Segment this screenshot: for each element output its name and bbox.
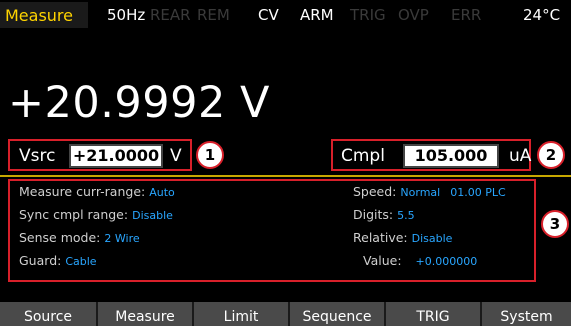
setting-plc-value: 01.00 PLC <box>450 186 506 199</box>
softkey-measure[interactable]: Measure <box>96 302 192 326</box>
status-bar: Measure 50Hz REAR REM CV ARM TRIG OVP ER… <box>0 0 571 28</box>
setting-value: 5.5 <box>397 209 415 222</box>
source-value-field[interactable]: +21.0000 <box>69 144 163 168</box>
setting-value: +0.000000 <box>415 255 478 268</box>
softkey-limit[interactable]: Limit <box>192 302 288 326</box>
badge-1: 1 <box>196 141 224 169</box>
setting-relative[interactable]: Relative: Disable <box>353 230 452 245</box>
setting-label: Measure curr-range: <box>19 184 146 199</box>
compliance-unit: uA <box>509 146 532 166</box>
source-unit: V <box>170 146 182 166</box>
setting-label: Sync cmpl range: <box>19 207 129 222</box>
tab-measure[interactable]: Measure <box>0 2 88 28</box>
setting-label: Speed: <box>353 184 397 199</box>
setting-label: Value: <box>363 253 402 268</box>
status-line-frequency: 50Hz <box>107 6 146 24</box>
status-arm: ARM <box>300 6 334 24</box>
tab-measure-label: Measure <box>5 6 73 25</box>
setting-digits[interactable]: Digits: 5.5 <box>353 207 415 222</box>
softkey-sequence[interactable]: Sequence <box>288 302 384 326</box>
setting-value: Auto <box>149 186 175 199</box>
setting-guard[interactable]: Guard: Cable <box>19 253 97 268</box>
status-cv: CV <box>258 6 279 24</box>
setting-sync-cmpl-range[interactable]: Sync cmpl range: Disable <box>19 207 173 222</box>
setting-label: Relative: <box>353 230 408 245</box>
setting-label: Digits: <box>353 207 394 222</box>
separator-line <box>0 175 571 177</box>
status-temperature: 24°C <box>523 6 561 24</box>
status-trig: TRIG <box>350 6 386 24</box>
status-rear: REAR <box>150 6 191 24</box>
source-label: Vsrc <box>19 146 56 166</box>
setting-label: Guard: <box>19 253 62 268</box>
setting-value: Cable <box>65 255 97 268</box>
setting-value: Disable <box>411 232 453 245</box>
main-reading: +20.9992 V <box>8 78 270 128</box>
badge-3: 3 <box>541 210 569 238</box>
setting-value: 2 Wire <box>104 232 140 245</box>
softkey-source[interactable]: Source <box>0 302 96 326</box>
compliance-label: Cmpl <box>341 146 385 166</box>
status-err: ERR <box>451 6 482 24</box>
status-remote: REM <box>197 6 230 24</box>
badge-2: 2 <box>537 141 565 169</box>
setting-relative-value[interactable]: Value: +0.000000 <box>363 253 477 268</box>
softkey-trig[interactable]: TRIG <box>384 302 480 326</box>
setting-label: Sense mode: <box>19 230 101 245</box>
setting-value: Disable <box>132 209 173 222</box>
softkey-system[interactable]: System <box>480 302 571 326</box>
setting-value: Normal <box>400 186 441 199</box>
compliance-value-field[interactable]: 105.000 <box>403 144 499 168</box>
setting-speed[interactable]: Speed: Normal 01.00 PLC <box>353 184 506 199</box>
status-ovp: OVP <box>398 6 429 24</box>
setting-measure-curr-range[interactable]: Measure curr-range: Auto <box>19 184 175 199</box>
setting-sense-mode[interactable]: Sense mode: 2 Wire <box>19 230 140 245</box>
